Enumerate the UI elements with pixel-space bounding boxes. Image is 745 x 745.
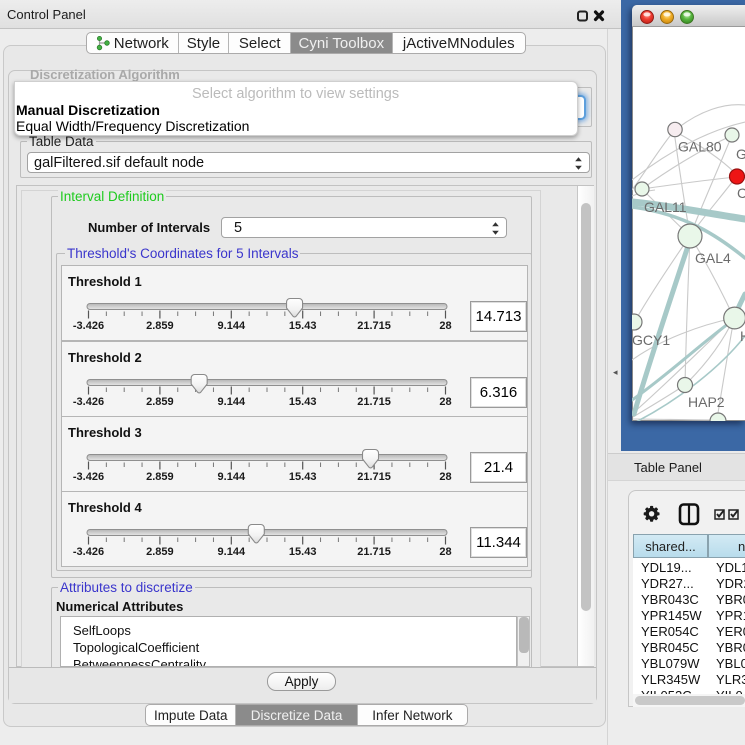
svg-text:CY: CY [737,185,745,201]
svg-text:GAL11: GAL11 [644,199,687,215]
svg-text:GAL4: GAL4 [695,250,731,266]
svg-text:GA: GA [736,146,745,162]
svg-text:GAL80: GAL80 [678,139,722,155]
svg-text:HI: HI [740,328,745,344]
svg-text:GCY1: GCY1 [632,332,670,348]
svg-text:HAP2: HAP2 [688,394,725,410]
